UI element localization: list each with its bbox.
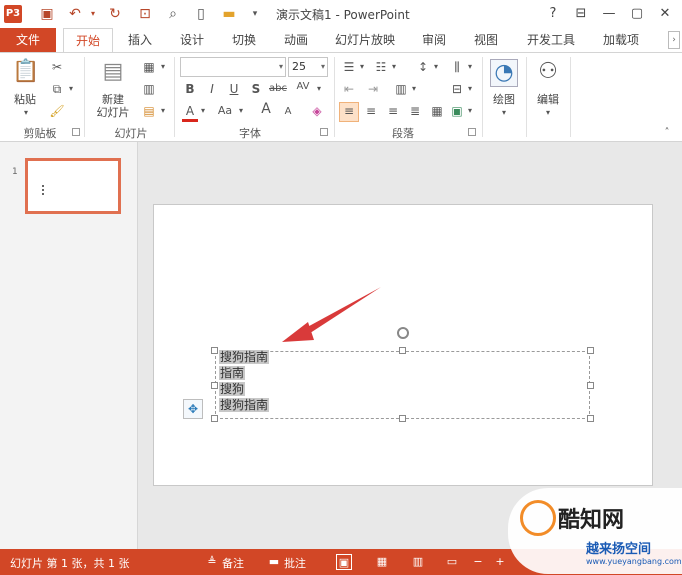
zoom-in-icon[interactable]: + [492,554,508,570]
comments-icon[interactable]: ▬ [266,554,282,570]
watermark-logo-icon [520,500,556,536]
slide-sorter-icon[interactable]: ▦ [374,554,390,570]
watermark-url: www.yueyangbang.com [586,557,682,566]
comments-button[interactable]: 批注 [284,555,306,571]
notes-button[interactable]: 备注 [222,555,244,571]
slide-counter: 幻灯片 第 1 张，共 1 张 [10,557,130,570]
normal-view-icon[interactable]: ▣ [336,554,352,570]
zoom-out-icon[interactable]: − [470,554,486,570]
slideshow-view-icon[interactable]: ▭ [444,554,460,570]
watermark-subtitle: 越来扬空间 [586,542,652,557]
notes-icon[interactable]: ≜ [204,554,220,570]
watermark-name: 酷知网 [558,508,625,533]
reading-view-icon[interactable]: ▥ [410,554,426,570]
